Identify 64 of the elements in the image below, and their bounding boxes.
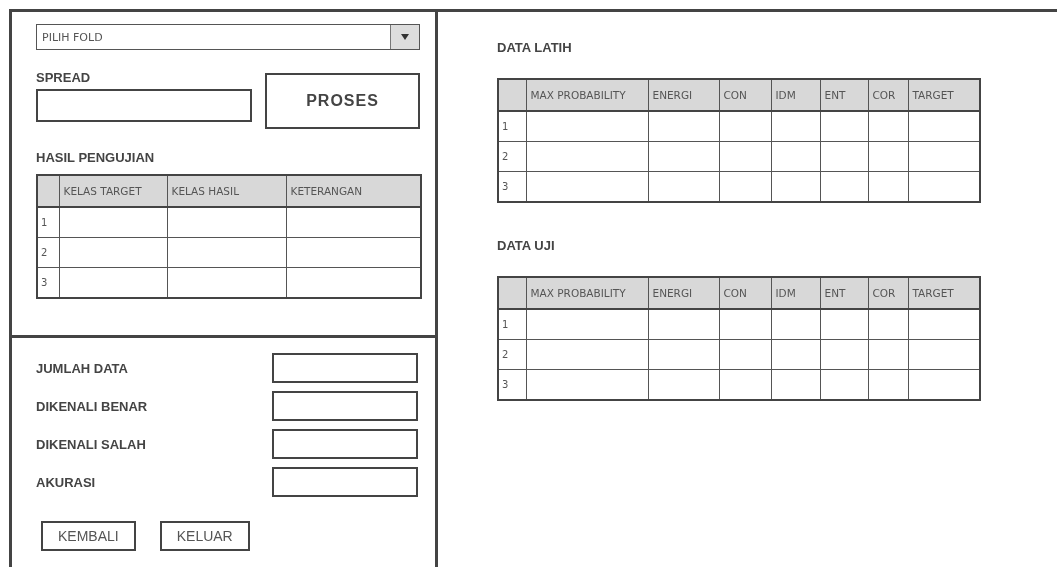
column-header: CON [719, 79, 771, 111]
column-header: TARGET [908, 277, 980, 309]
column-header: MAX PROBABILITY [526, 79, 648, 111]
table-cell [868, 111, 908, 142]
column-header: ENT [820, 79, 868, 111]
row-number: 1 [37, 207, 59, 238]
table-cell [648, 141, 719, 172]
table-cell [820, 111, 868, 142]
header-cell [498, 277, 526, 309]
column-header: IDM [771, 277, 820, 309]
column-header: COR [868, 277, 908, 309]
table-cell [820, 141, 868, 172]
table-cell [868, 309, 908, 340]
table-cell [719, 339, 771, 370]
table-cell [648, 111, 719, 142]
column-header: ENERGI [648, 277, 719, 309]
table-cell [719, 111, 771, 142]
column-header: ENERGI [648, 79, 719, 111]
column-header: ENT [820, 277, 868, 309]
results-title: HASIL PENGUJIAN [36, 150, 155, 165]
table-title: DATA LATIH [497, 40, 572, 55]
row-number: 2 [37, 237, 59, 268]
table-cell [771, 309, 820, 340]
row-number: 1 [498, 111, 526, 142]
action-button[interactable]: KEMBALI [41, 521, 136, 551]
column-header: KELAS HASIL [167, 175, 286, 207]
summary-field[interactable] [272, 391, 418, 421]
fold-dropdown[interactable]: PILIH FOLD [36, 24, 420, 50]
table-cell [868, 339, 908, 370]
column-header: TARGET [908, 79, 980, 111]
column-header: MAX PROBABILITY [526, 277, 648, 309]
summary-field[interactable] [272, 429, 418, 459]
table-cell [771, 111, 820, 142]
table-cell [648, 309, 719, 340]
header-cell [498, 79, 526, 111]
table-cell [719, 141, 771, 172]
summary-label: AKURASI [36, 474, 96, 490]
row-number: 2 [498, 339, 526, 370]
process-button[interactable]: PROSES [265, 73, 420, 129]
spread-field[interactable] [36, 89, 252, 122]
summary-field[interactable] [272, 467, 418, 497]
table-cell [820, 309, 868, 340]
summary-label: JUMLAH DATA [36, 360, 128, 376]
header-cell [37, 175, 59, 207]
table-cell [868, 141, 908, 172]
spread-label: SPREAD [36, 70, 91, 85]
action-button[interactable]: KELUAR [159, 521, 250, 551]
table-cell [771, 141, 820, 172]
column-header: COR [868, 79, 908, 111]
column-header: KETERANGAN [286, 175, 421, 207]
table-cell [820, 339, 868, 370]
table-title: DATA UJI [497, 238, 555, 253]
table-cell [648, 339, 719, 370]
summary-label: DIKENALI BENAR [36, 398, 148, 414]
column-header: KELAS TARGET [59, 175, 167, 207]
row-number: 1 [498, 309, 526, 340]
row-number: 2 [498, 141, 526, 172]
table-cell [771, 339, 820, 370]
summary-label: DIKENALI SALAH [36, 436, 146, 452]
table-cell [719, 309, 771, 340]
column-header: CON [719, 277, 771, 309]
caret-icon [390, 25, 419, 49]
summary-field[interactable] [272, 353, 418, 383]
column-header: IDM [771, 79, 820, 111]
